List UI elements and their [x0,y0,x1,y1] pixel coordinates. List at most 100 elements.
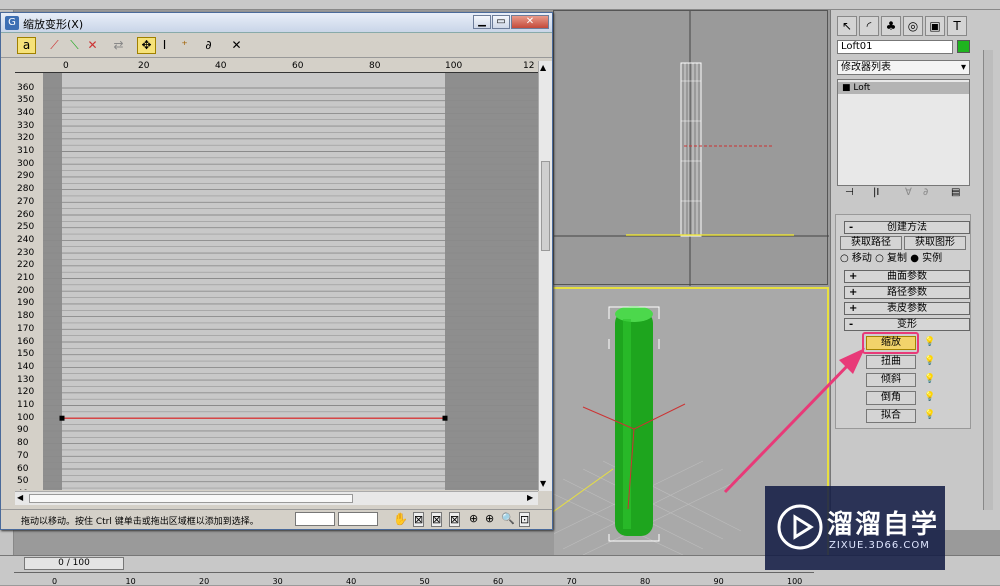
utilities-tab-icon[interactable]: T [947,16,967,36]
y-axis-label: 330 [17,122,34,131]
command-panel-scrollbar[interactable] [983,50,993,510]
zoom-region-icon[interactable]: ⊡ [519,512,530,527]
scroll-up-icon[interactable]: ▲ [540,63,546,72]
y-axis-label: 240 [17,236,34,245]
motion-tab-icon[interactable]: ◎ [903,16,923,36]
radio-copy[interactable]: ○ [875,253,887,264]
rollout-creation-method[interactable]: - 创建方法 [844,221,970,234]
display-x-axis-icon[interactable]: ⟋ [45,37,64,54]
frame-counter[interactable]: 0 / 100 [24,557,124,570]
y-axis-label: 270 [17,198,34,207]
y-axis-label: 230 [17,249,34,258]
delete-control-point-icon[interactable]: ∂ [199,37,218,54]
y-axis-label: 60 [17,465,28,474]
y-axis-label: 210 [17,274,34,283]
radio-instance[interactable]: ● [910,253,922,264]
bulb-icon[interactable]: 💡 [924,374,933,385]
y-axis-label: 250 [17,223,34,232]
y-axis-label: 350 [17,96,34,105]
zoom-vertical-extents-icon[interactable]: ⊠ [449,512,460,527]
hierarchy-tab-icon[interactable]: ♣ [881,16,901,36]
stack-item-loft[interactable]: ■ Loft [838,82,969,94]
zoom-vertical-icon[interactable]: ⊕ [485,512,494,525]
vertical-scrollbar[interactable]: ▲ ▼ [538,61,552,491]
bulb-icon[interactable]: 💡 [924,392,933,403]
configure-sets-icon[interactable]: ▤ [951,187,960,198]
pan-icon[interactable]: ✋ [393,512,408,526]
radio-move[interactable]: ○ [840,253,852,264]
y-axis-labels: 3603503403303203103002902802702602502402… [15,73,43,490]
y-axis-label: 130 [17,376,34,385]
scroll-down-icon[interactable]: ▼ [540,479,546,488]
reset-curve-icon[interactable]: ✕ [227,37,246,54]
pin-stack-icon[interactable]: ⊣ [845,187,854,198]
viewport-top[interactable] [553,10,828,285]
object-color-swatch[interactable] [957,40,970,53]
rollout-label: 路径参数 [887,287,927,298]
zoom-horizontal-extents-icon[interactable]: ⊠ [431,512,442,527]
minimize-button[interactable]: ▁ [473,15,491,29]
radio-instance-label: 实例 [922,253,942,264]
scale-control-point-icon[interactable]: I [155,37,174,54]
annotation-arrow [715,330,875,500]
display-xy-axes-icon[interactable]: ✕ [83,37,102,54]
ruler-tick: 60 [292,61,303,71]
bulb-icon[interactable]: 💡 [924,337,933,348]
y-axis-label: 340 [17,109,34,118]
swap-curves-icon[interactable]: ⇄ [109,37,128,54]
deformation-graph[interactable] [15,73,538,490]
zoom-extents-icon[interactable]: ⊠ [413,512,424,527]
control-point-end[interactable] [443,416,448,421]
status-bar: 拖动以移动。按住 Ctrl 键单击或拖出区域框以添加到选择。 ✋ ⊠ ⊠ ⊠ ⊕… [1,509,552,529]
scroll-thumb[interactable] [541,161,550,251]
get-shape-button[interactable]: 获取图形 [904,236,966,250]
y-axis-label: 280 [17,185,34,194]
timeline-track[interactable] [14,572,814,573]
active-range [62,73,445,490]
control-point-start[interactable] [60,416,65,421]
x-ruler: 0 20 40 60 80 100 12 [15,61,552,73]
rollout-surface-params[interactable]: + 曲面参数 [844,270,970,283]
modifier-list-dropdown[interactable]: 修改器列表 ▾ [837,60,970,75]
y-axis-label: 220 [17,261,34,270]
maximize-button[interactable]: ▭ [492,15,510,29]
y-axis-label: 70 [17,452,28,461]
modify-tab-icon[interactable]: ◜ [859,16,879,36]
scroll-left-icon[interactable]: ◀ [17,493,23,502]
ruler-tick: 100 [445,61,462,71]
h-scroll-thumb[interactable] [29,494,353,503]
viewport-left[interactable] [14,530,554,557]
zoom-horizontal-icon[interactable]: ⊕ [469,512,478,525]
remove-modifier-icon[interactable]: ∂ [923,187,928,198]
collapse-icon: - [849,319,853,330]
lock-aspect-icon[interactable]: a [17,37,36,54]
show-end-result-icon[interactable]: |I [873,187,879,198]
rollout-label: 曲面参数 [887,271,927,282]
rollout-label: 表皮参数 [887,303,927,314]
bulb-icon[interactable]: 💡 [924,356,933,367]
y-axis-label: 160 [17,338,34,347]
dialog-titlebar[interactable]: G 缩放变形(X) ▁ ▭ ✕ [1,13,552,33]
graph-canvas[interactable] [15,73,538,490]
rollout-path-params[interactable]: + 路径参数 [844,286,970,299]
object-name-field[interactable]: Loft01 [837,40,953,54]
dialog-toolbar: a ⟋ ⟍ ✕ ⇄ ✥ I ⁺ ∂ ✕ [1,34,552,58]
display-y-axis-icon[interactable]: ⟍ [65,37,84,54]
x-value-field[interactable] [295,512,335,526]
move-control-point-icon[interactable]: ✥ [137,37,156,54]
insert-corner-point-icon[interactable]: ⁺ [175,37,194,54]
make-unique-icon[interactable]: ∀ [905,187,912,198]
scroll-right-icon[interactable]: ▶ [527,493,533,502]
zoom-icon[interactable]: 🔍 [501,512,515,525]
copy-mode-radios: ○ 移动 ○ 复制 ● 实例 [840,252,970,265]
create-tab-icon[interactable]: ↖ [837,16,857,36]
radio-move-label: 移动 [852,253,872,264]
bulb-icon[interactable]: 💡 [924,410,933,421]
horizontal-scrollbar[interactable]: ◀ ▶ [15,491,538,505]
get-path-button[interactable]: 获取路径 [840,236,902,250]
close-button[interactable]: ✕ [511,15,549,29]
rollout-skin-params[interactable]: + 表皮参数 [844,302,970,315]
y-value-field[interactable] [338,512,378,526]
y-axis-label: 190 [17,299,34,308]
display-tab-icon[interactable]: ▣ [925,16,945,36]
